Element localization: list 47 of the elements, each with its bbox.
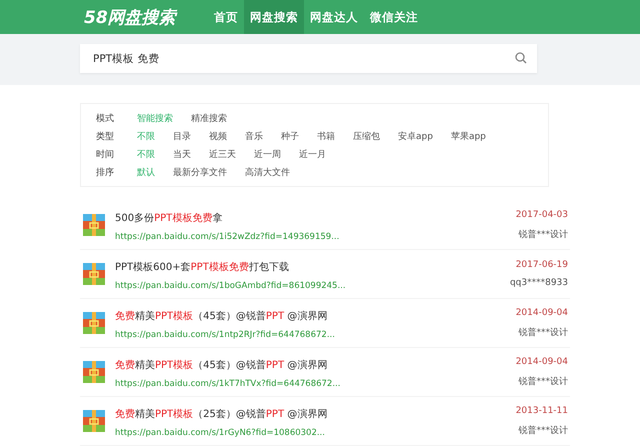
- result-link[interactable]: https://pan.baidu.com/s/1kT7hTVx?fid=644768672...: [115, 378, 516, 388]
- result-link[interactable]: https://pan.baidu.com/s/1boGAmbd?fid=861099245...: [115, 280, 510, 290]
- archive-icon: [83, 263, 105, 285]
- filter-option[interactable]: 安卓app: [398, 130, 433, 142]
- filter-option[interactable]: 音乐: [245, 130, 263, 142]
- search-field[interactable]: PPT模板 免费: [80, 44, 537, 73]
- share-date: 2017-06-19: [516, 260, 568, 270]
- sharer-name: qq3****8933: [510, 278, 568, 288]
- search-icon[interactable]: [515, 52, 527, 64]
- filter-option[interactable]: 近一周: [254, 148, 281, 160]
- filter-option[interactable]: 高清大文件: [245, 166, 290, 178]
- result-link[interactable]: https://pan.baidu.com/s/1ntp2RJr?fid=644768672...: [115, 330, 516, 340]
- filter-label: 时间: [96, 148, 115, 160]
- archive-icon: [83, 214, 105, 236]
- sharer-name: 锐普***设计: [518, 375, 568, 388]
- filter-option[interactable]: 视频: [209, 130, 227, 142]
- archive-icon: [83, 410, 105, 432]
- result-title[interactable]: 免费精美PPT模板（45套）@锐普PPT @演界网: [115, 358, 516, 372]
- nav-tab[interactable]: 网盘搜索: [244, 0, 304, 34]
- filter-option[interactable]: 目录: [173, 130, 191, 142]
- archive-icon: [83, 361, 105, 383]
- filter-option[interactable]: 当天: [173, 148, 191, 160]
- filter-option[interactable]: 苹果app: [450, 130, 486, 142]
- result-title[interactable]: PPT模板600+套PPT模板免费打包下载: [115, 260, 510, 274]
- share-date: 2014-09-04: [516, 308, 568, 318]
- filter-option[interactable]: 精准搜索: [191, 112, 227, 124]
- share-date: 2014-09-04: [516, 356, 568, 366]
- filter-option[interactable]: 种子: [281, 130, 299, 142]
- result-title[interactable]: 免费精美PPT模板（25套）@锐普PPT @演界网: [115, 406, 516, 420]
- sharer-name: 锐普***设计: [518, 228, 568, 240]
- filter-label: 类型: [96, 130, 115, 142]
- filter-label: 模式: [96, 112, 115, 124]
- filter-option[interactable]: 近一月: [299, 148, 326, 160]
- result-link[interactable]: https://pan.baidu.com/s/1i52wZdz?fid=149369159...: [115, 232, 516, 242]
- filter-option[interactable]: 压缩包: [353, 130, 380, 142]
- share-date: 2017-04-03: [516, 210, 568, 220]
- filter-option[interactable]: 近三天: [209, 148, 236, 160]
- sharer-name: 锐普***设计: [518, 326, 568, 338]
- result-title[interactable]: 500多份PPT模板免费拿: [115, 210, 516, 224]
- result-link[interactable]: https://pan.baidu.com/s/1rGyN6?fid=10860302...: [115, 428, 516, 438]
- share-date: 2013-11-11: [516, 406, 568, 416]
- sharer-name: 锐普***设计: [518, 424, 568, 436]
- result-title[interactable]: 免费精美PPT模板（45套）@锐普PPT @演界网: [115, 308, 516, 322]
- filter-option[interactable]: 书籍: [317, 130, 335, 142]
- filter-option[interactable]: 最新分享文件: [173, 166, 227, 178]
- archive-icon: [83, 312, 105, 334]
- filter-label: 排序: [96, 166, 115, 178]
